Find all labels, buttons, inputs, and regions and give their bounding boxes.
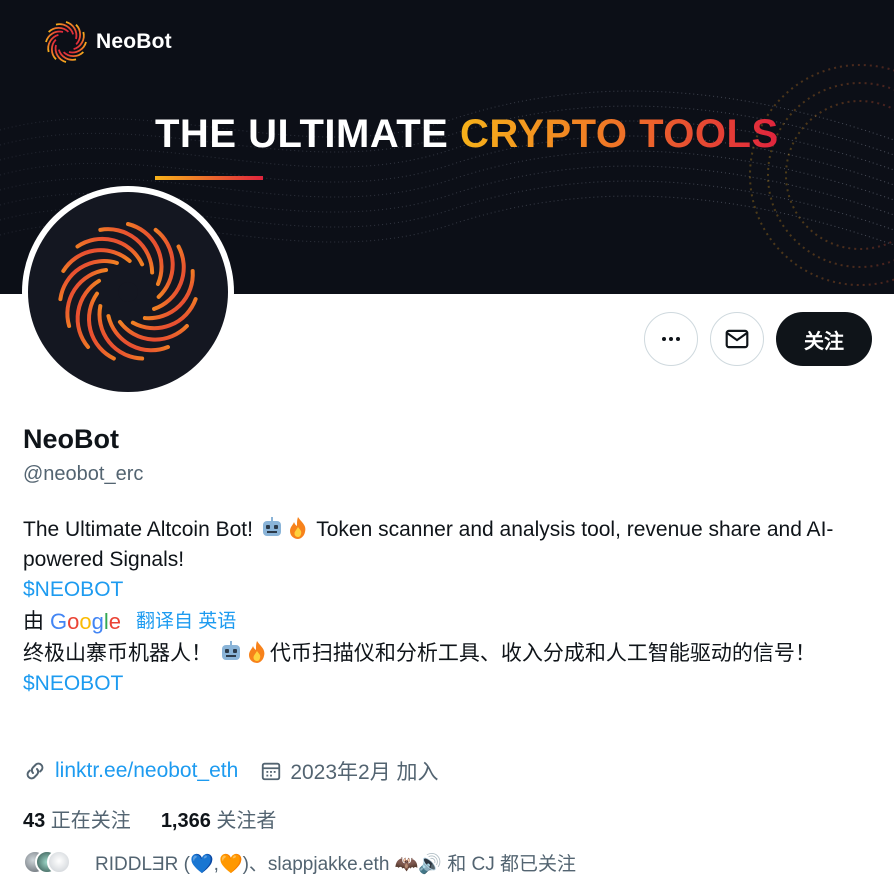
headline-underline xyxy=(155,176,263,180)
profile-actions: 关注 xyxy=(644,312,872,366)
avatar-logo xyxy=(28,192,228,392)
following-label: 正在关注 xyxy=(45,810,131,832)
translated-by-label: 由 xyxy=(23,610,44,633)
more-horizontal-icon xyxy=(662,337,680,341)
following-stat[interactable]: 43 正在关注 xyxy=(23,804,131,833)
follow-stats: 43 正在关注 1,366 关注者 xyxy=(23,804,306,833)
bio-translated: 终极山寨币机器人！ 代币扫描仪和分析工具、收入分成和人工智能驱动的信号！ xyxy=(23,639,873,669)
profile-meta: linktr.ee/neobot_eth 2023年2月 加入 xyxy=(23,756,461,786)
following-count: 43 xyxy=(23,810,46,832)
profile-handle: @neobot_erc xyxy=(23,463,144,485)
brand-logo: NeoBot xyxy=(42,18,172,66)
translation-attribution: 由 Google 翻译自 英语 xyxy=(23,605,873,639)
followers-label: 关注者 xyxy=(210,810,277,832)
website-item: linktr.ee/neobot_eth xyxy=(23,759,238,783)
mutual-avatars xyxy=(23,848,75,876)
neobot-swirl-icon xyxy=(58,222,198,361)
profile-bio: The Ultimate Altcoin Bot! Token scanner … xyxy=(23,515,873,699)
mutual-avatar xyxy=(47,850,71,874)
envelope-icon xyxy=(725,329,749,349)
neobot-logo-icon xyxy=(45,21,87,63)
joined-item: 2023年2月 加入 xyxy=(260,756,439,786)
profile-avatar[interactable] xyxy=(22,186,234,398)
cashtag-link[interactable]: $NEOBOT xyxy=(23,575,873,605)
calendar-icon xyxy=(262,762,281,781)
message-button[interactable] xyxy=(710,312,764,366)
translated-text-part2: 代币扫描仪和分析工具、收入分成和人工智能驱动的信号！ xyxy=(269,642,816,665)
followers-you-know[interactable]: RIDDLƎR (💙,🧡)、slappjakke.eth 🦇🔊 和 CJ 都已关… xyxy=(23,848,576,876)
followed-by-text: RIDDLƎR (💙,🧡)、slappjakke.eth 🦇🔊 和 CJ 都已关… xyxy=(95,853,577,875)
google-logo-icon: Google xyxy=(50,609,121,634)
translate-source-link[interactable]: 翻译自 英语 xyxy=(136,607,236,637)
robot-emoji-icon xyxy=(221,641,240,660)
followers-stat[interactable]: 1,366 关注者 xyxy=(161,804,277,833)
translated-text-part1: 终极山寨币机器人！ xyxy=(23,642,218,665)
fire-emoji-icon xyxy=(248,641,265,663)
headline-accent: CRYPTO TOOLS xyxy=(459,112,779,156)
headline-main: THE ULTIMATE xyxy=(155,112,460,156)
robot-emoji-icon xyxy=(262,517,281,536)
more-button[interactable] xyxy=(644,312,698,366)
brand-name: NeoBot xyxy=(96,30,172,53)
profile-name: NeoBot xyxy=(23,424,119,454)
joined-date: 2023年2月 加入 xyxy=(290,761,439,784)
bio-original: The Ultimate Altcoin Bot! Token scanner … xyxy=(23,515,873,575)
followers-count: 1,366 xyxy=(160,810,211,832)
link-icon xyxy=(26,762,44,780)
follow-button[interactable]: 关注 xyxy=(776,312,872,366)
banner-headline: THE ULTIMATE CRYPTO TOOLS xyxy=(155,112,779,157)
fire-emoji-icon xyxy=(289,517,306,539)
bio-text-part1: The Ultimate Altcoin Bot! xyxy=(23,518,259,541)
translated-cashtag-link[interactable]: $NEOBOT xyxy=(23,669,873,699)
website-link[interactable]: linktr.ee/neobot_eth xyxy=(55,759,238,783)
svg-text:Google: Google xyxy=(50,609,121,634)
